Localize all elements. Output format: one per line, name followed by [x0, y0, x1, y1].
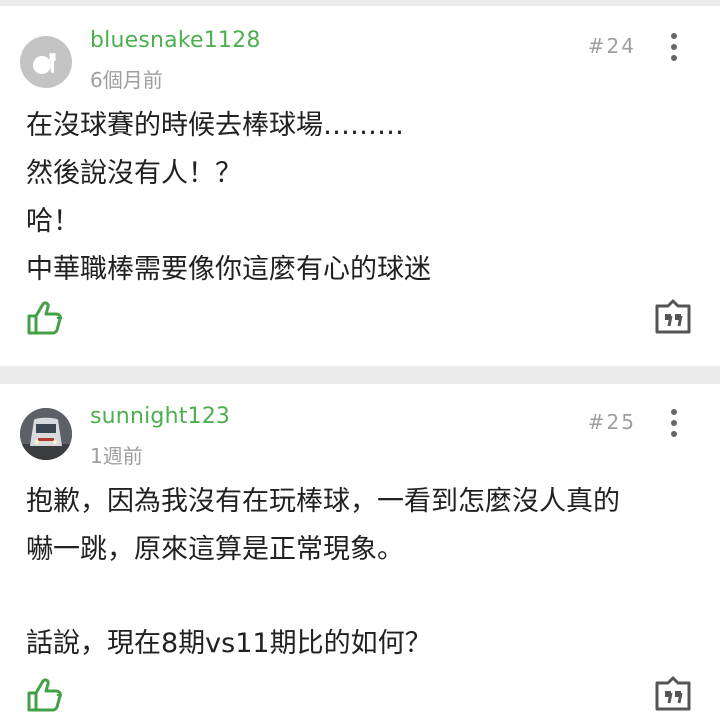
comment-line: 然後說沒有人！？	[26, 158, 242, 189]
avatar[interactable]	[20, 36, 72, 88]
avatar[interactable]	[20, 408, 72, 460]
default-avatar-icon	[33, 53, 56, 74]
quote-icon	[655, 676, 691, 711]
comment-card: bluesnake1128 6個月前 #24 在沒球賽的時候去棒球場……… 然後…	[0, 6, 720, 366]
thumbs-up-icon	[27, 301, 62, 335]
comment-card: sunnight123 1週前 #25 抱歉，因為我沒有在玩棒球，一看到怎麼沒人…	[0, 384, 720, 721]
comment-line: 話說，現在8期vs11期比的如何？	[26, 628, 432, 659]
comment-line: 中華職棒需要像你這麼有心的球迷	[26, 254, 431, 285]
comment-body: 抱歉，因為我沒有在玩棒球，一看到怎麼沒人真的 嚇一跳，原來這算是正常現象。 話說…	[26, 478, 696, 668]
like-button[interactable]	[26, 300, 64, 336]
comment-line: 抱歉，因為我沒有在玩棒球，一看到怎麼沒人真的	[26, 486, 620, 517]
thumbs-up-icon	[27, 678, 62, 712]
reply-quote-button[interactable]	[654, 676, 692, 712]
more-vertical-icon	[671, 33, 677, 39]
more-vertical-icon	[671, 409, 677, 415]
floor-number: #24	[587, 34, 636, 58]
username[interactable]: bluesnake1128	[90, 28, 261, 53]
timestamp: 6個月前	[90, 68, 163, 92]
comment-line	[26, 580, 696, 620]
like-button[interactable]	[26, 677, 64, 713]
more-options-button[interactable]	[666, 33, 682, 61]
comment-body: 在沒球賽的時候去棒球場……… 然後說沒有人！？ 哈！ 中華職棒需要像你這麼有心的…	[26, 102, 696, 294]
more-options-button[interactable]	[666, 409, 682, 437]
reply-quote-button[interactable]	[654, 299, 692, 335]
comment-line: 哈！	[26, 206, 80, 237]
username[interactable]: sunnight123	[90, 404, 230, 429]
floor-number: #25	[587, 410, 636, 434]
timestamp: 1週前	[90, 444, 143, 468]
comment-list: bluesnake1128 6個月前 #24 在沒球賽的時候去棒球場……… 然後…	[0, 0, 720, 721]
quote-icon	[655, 299, 691, 334]
comment-line: 嚇一跳，原來這算是正常現象。	[26, 534, 404, 565]
comment-line: 在沒球賽的時候去棒球場………	[26, 110, 404, 141]
train-photo-icon	[20, 408, 72, 460]
